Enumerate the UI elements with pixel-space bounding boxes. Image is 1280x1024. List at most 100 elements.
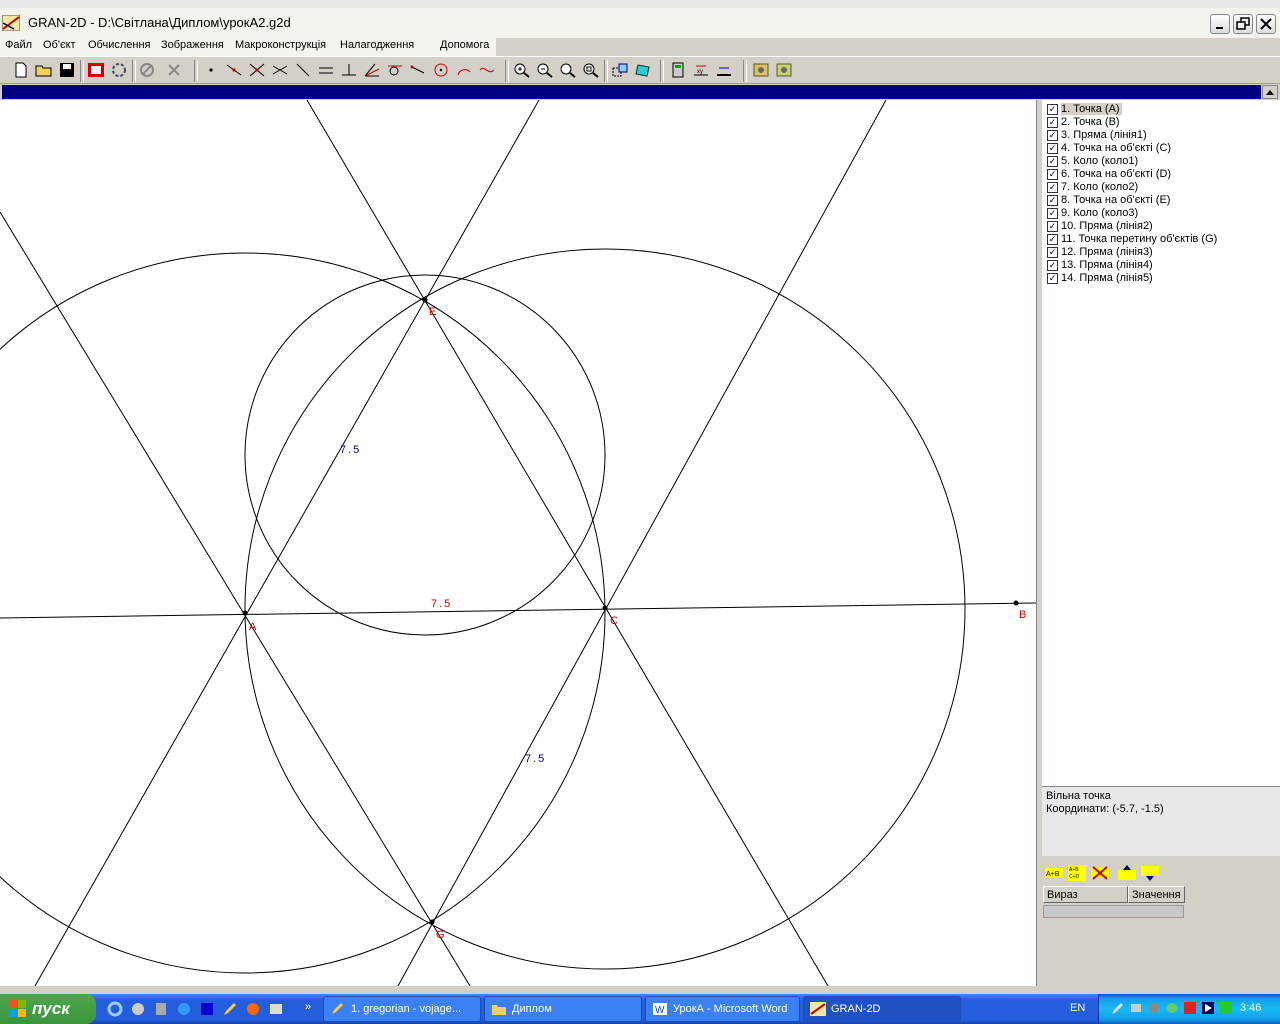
menu-object[interactable]: Об'єкт — [43, 39, 76, 51]
language-indicator[interactable]: EN — [1070, 1002, 1085, 1014]
update-tray-icon[interactable] — [1165, 1001, 1179, 1015]
point-c[interactable] — [602, 605, 608, 611]
checkbox[interactable]: ✓ — [1047, 195, 1058, 206]
checkbox[interactable]: ✓ — [1047, 221, 1058, 232]
bisector-icon[interactable] — [363, 62, 381, 78]
line-3[interactable] — [34, 99, 540, 987]
start-button[interactable]: пуск — [0, 994, 96, 1024]
delete-icon[interactable] — [165, 62, 183, 78]
more-quicklaunch-icon[interactable]: » — [305, 1001, 321, 1017]
film-icon[interactable] — [268, 1001, 284, 1017]
pencil-icon[interactable] — [222, 1001, 238, 1017]
object-item[interactable]: ✓ 6. Точка на об'єкті (D) — [1046, 168, 1278, 181]
zoom-in-icon[interactable] — [513, 62, 531, 78]
checkbox[interactable]: ✓ — [1047, 273, 1058, 284]
drawing-canvas[interactable]: A B C E G 7.5 7.5 7.5 — [0, 99, 1037, 987]
calculator-icon[interactable] — [669, 62, 687, 78]
ruler-icon[interactable] — [715, 62, 733, 78]
object-item[interactable]: ✓ 7. Коло (коло2) — [1046, 181, 1278, 194]
task-button[interactable]: W УрокА - Microsoft Word — [645, 996, 800, 1022]
line-1[interactable] — [0, 602, 1037, 619]
settings-icon[interactable] — [752, 62, 770, 78]
app-tray-icon[interactable] — [1219, 1001, 1233, 1015]
restore-button[interactable] — [1233, 14, 1253, 34]
tangent-icon[interactable] — [386, 62, 404, 78]
menu-help[interactable]: Допомога — [440, 39, 489, 51]
gear-app-icon[interactable] — [245, 1001, 261, 1017]
antivirus-tray-icon[interactable] — [1183, 1001, 1197, 1015]
checkbox[interactable]: ✓ — [1047, 260, 1058, 271]
volume-tray-icon[interactable] — [1147, 1001, 1161, 1015]
line-through-points-icon[interactable] — [271, 62, 289, 78]
object-item[interactable]: ✓ 9. Коло (коло3) — [1046, 207, 1278, 220]
minimize-button[interactable] — [1210, 14, 1230, 34]
object-item[interactable]: ✓ 11. Точка перетину об'єктів (G) — [1046, 233, 1278, 246]
geometry-drawing[interactable]: A B C E G 7.5 7.5 7.5 — [0, 99, 1037, 987]
object-item[interactable]: ✓ 3. Пряма (лінія1) — [1046, 129, 1278, 142]
object-item[interactable]: ✓ 1. Точка (A) — [1046, 103, 1278, 116]
column-header-value[interactable]: Значення — [1128, 886, 1185, 903]
line-5[interactable] — [397, 99, 887, 987]
task-button-active[interactable]: GRAN-2D — [803, 996, 961, 1022]
move-expression-up-icon[interactable] — [1118, 865, 1136, 881]
checkbox[interactable]: ✓ — [1047, 156, 1058, 167]
cancel-icon[interactable] — [138, 62, 156, 78]
rotate-icon[interactable] — [634, 62, 652, 78]
refresh-icon[interactable] — [110, 62, 128, 78]
parallel-line-icon[interactable] — [317, 62, 335, 78]
circle-icon[interactable] — [432, 62, 450, 78]
transform-icon[interactable] — [611, 62, 629, 78]
line-4[interactable] — [0, 211, 471, 987]
arc-icon[interactable] — [455, 62, 473, 78]
checkbox[interactable]: ✓ — [1047, 169, 1058, 180]
ray-icon[interactable] — [409, 62, 427, 78]
checkbox[interactable]: ✓ — [1047, 143, 1058, 154]
delete-expression-icon[interactable] — [1091, 865, 1109, 881]
object-item[interactable]: ✓ 10. Пряма (лінія2) — [1046, 220, 1278, 233]
object-item[interactable]: ✓ 8. Точка на об'єкті (E) — [1046, 194, 1278, 207]
close-button[interactable] — [1256, 14, 1276, 34]
intersection-icon[interactable] — [248, 62, 266, 78]
checkbox[interactable]: ✓ — [1047, 130, 1058, 141]
object-item[interactable]: ✓ 12. Пряма (лінія3) — [1046, 246, 1278, 259]
object-item[interactable]: ✓ 2. Точка (B) — [1046, 116, 1278, 129]
point-a[interactable] — [242, 610, 248, 616]
new-file-icon[interactable] — [12, 62, 30, 78]
object-item[interactable]: ✓ 14. Пряма (лінія5) — [1046, 272, 1278, 285]
browser-icon[interactable] — [176, 1001, 192, 1017]
object-item[interactable]: ✓ 13. Пряма (лінія4) — [1046, 259, 1278, 272]
zoom-out-icon[interactable] — [536, 62, 554, 78]
segment-icon[interactable] — [294, 62, 312, 78]
network-icon[interactable] — [130, 1001, 146, 1017]
perpendicular-icon[interactable] — [340, 62, 358, 78]
clock[interactable]: 3:46 — [1240, 1002, 1261, 1014]
player-tray-icon[interactable] — [1201, 1001, 1215, 1015]
add-expression-icon[interactable]: A+B — [1045, 865, 1063, 881]
zoom-fit-icon[interactable] — [582, 62, 600, 78]
menu-macro[interactable]: Макроконструкція — [235, 39, 326, 51]
curve-icon[interactable] — [478, 62, 496, 78]
media-icon[interactable] — [153, 1001, 169, 1017]
point-icon[interactable] — [202, 62, 220, 78]
point-on-object-icon[interactable] — [225, 62, 243, 78]
add-multiple-expressions-icon[interactable]: A+BC+D — [1068, 865, 1086, 881]
checkbox[interactable]: ✓ — [1047, 182, 1058, 193]
network-tray-icon[interactable] — [1129, 1001, 1143, 1015]
zoom-icon[interactable] — [559, 62, 577, 78]
object-item[interactable]: ✓ 4. Точка на об'єкті (C) — [1046, 142, 1278, 155]
pen-tray-icon[interactable] — [1111, 1001, 1125, 1015]
open-folder-icon[interactable] — [35, 62, 53, 78]
move-expression-down-icon[interactable] — [1141, 865, 1159, 881]
menu-view[interactable]: Зображення — [161, 39, 224, 51]
animation-icon[interactable] — [87, 62, 105, 78]
expression-row[interactable] — [1043, 905, 1184, 918]
line-2[interactable] — [306, 99, 829, 987]
menu-file[interactable]: Файл — [5, 39, 32, 51]
circle-3[interactable] — [244, 274, 606, 636]
save-quicklaunch-icon[interactable] — [199, 1001, 215, 1017]
menu-settings[interactable]: Налагодження — [340, 39, 414, 51]
task-button[interactable]: 1. gregorian - vojage... — [323, 996, 481, 1022]
checkbox[interactable]: ✓ — [1047, 208, 1058, 219]
point-b[interactable] — [1013, 600, 1019, 606]
checkbox[interactable]: ✓ — [1047, 104, 1058, 115]
